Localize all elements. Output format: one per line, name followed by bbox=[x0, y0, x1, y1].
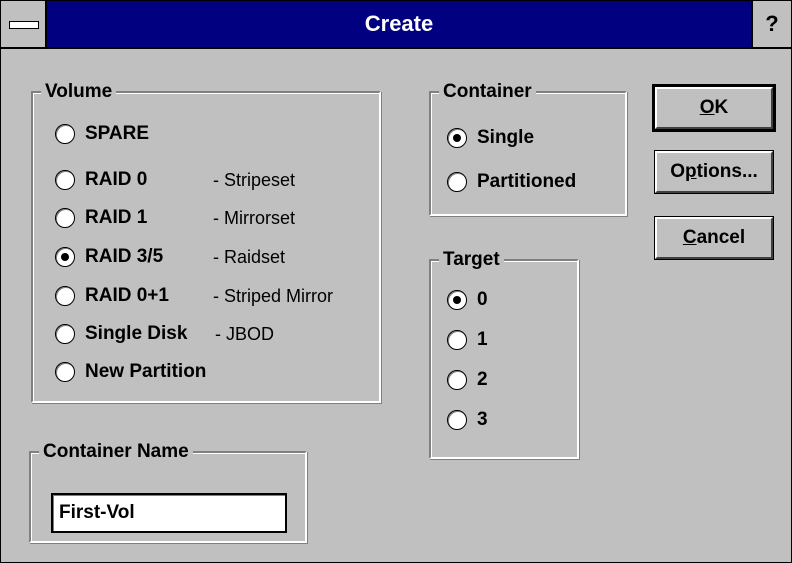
create-dialog: Create ? Volume SPARE RAID 0 - Stripeset… bbox=[0, 0, 792, 563]
window-title: Create bbox=[364, 11, 434, 36]
container-name-label: Container Name bbox=[39, 441, 193, 463]
radio-label: RAID 0+1 bbox=[85, 285, 169, 306]
ok-mnemonic: O bbox=[699, 97, 715, 118]
radio-label: 1 bbox=[477, 329, 488, 350]
radio-target-3[interactable]: 3 bbox=[447, 405, 488, 435]
options-mnemonic: p bbox=[684, 161, 697, 182]
radio-button[interactable] bbox=[55, 247, 75, 267]
radio-single-disk[interactable]: Single Disk bbox=[55, 319, 187, 349]
radio-button[interactable] bbox=[447, 172, 467, 192]
options-label-rest: tions... bbox=[696, 161, 758, 182]
radio-label: New Partition bbox=[85, 361, 207, 382]
radio-button[interactable] bbox=[447, 370, 467, 390]
ok-label-rest: K bbox=[714, 97, 729, 118]
volume-group: Volume SPARE RAID 0 - Stripeset RAID 1 -… bbox=[31, 81, 381, 403]
title-bar: Create ? bbox=[1, 1, 791, 49]
raid35-description: - Raidset bbox=[213, 247, 286, 267]
options-button[interactable]: Op tions... bbox=[654, 150, 774, 194]
raid01-description: - Striped Mirror bbox=[213, 286, 334, 306]
system-menu-button[interactable] bbox=[1, 1, 47, 47]
cancel-label-rest: ancel bbox=[696, 227, 746, 248]
radio-label: 3 bbox=[477, 409, 488, 430]
container-group: Container Single Partitioned bbox=[429, 81, 627, 216]
radio-label: Single bbox=[477, 127, 535, 148]
radio-button[interactable] bbox=[447, 330, 467, 350]
raid0-description: - Stripeset bbox=[213, 170, 296, 190]
cancel-button[interactable]: Cancel bbox=[654, 216, 774, 260]
radio-button[interactable] bbox=[55, 170, 75, 190]
radio-raid1[interactable]: RAID 1 bbox=[55, 203, 147, 233]
radio-target-2[interactable]: 2 bbox=[447, 365, 488, 395]
radio-raid01[interactable]: RAID 0+1 bbox=[55, 281, 169, 311]
target-group-label: Target bbox=[439, 249, 504, 271]
radio-container-single[interactable]: Single bbox=[447, 123, 534, 153]
volume-group-label: Volume bbox=[41, 81, 117, 103]
target-group: Target 0 1 2 3 bbox=[429, 249, 579, 459]
radio-button[interactable] bbox=[55, 324, 75, 344]
radio-button[interactable] bbox=[55, 362, 75, 382]
container-name-input[interactable]: First-Vol bbox=[51, 493, 287, 533]
ok-button[interactable]: OK bbox=[652, 84, 776, 132]
single-disk-description: - JBOD bbox=[215, 324, 275, 344]
radio-label: RAID 3/5 bbox=[85, 246, 164, 267]
system-menu-icon bbox=[9, 21, 39, 29]
radio-label: 2 bbox=[477, 369, 488, 390]
radio-raid0[interactable]: RAID 0 bbox=[55, 165, 147, 195]
radio-button[interactable] bbox=[55, 286, 75, 306]
radio-label: RAID 1 bbox=[85, 207, 148, 228]
radio-label: Single Disk bbox=[85, 323, 188, 344]
radio-label: SPARE bbox=[85, 123, 150, 144]
radio-spare[interactable]: SPARE bbox=[55, 119, 149, 149]
radio-button[interactable] bbox=[55, 208, 75, 228]
container-group-label: Container bbox=[439, 81, 536, 103]
radio-label: RAID 0 bbox=[85, 169, 148, 190]
radio-new-partition[interactable]: New Partition bbox=[55, 357, 206, 387]
radio-target-0[interactable]: 0 bbox=[447, 285, 488, 315]
radio-label: Partitioned bbox=[477, 171, 577, 192]
radio-button[interactable] bbox=[447, 410, 467, 430]
radio-raid35[interactable]: RAID 3/5 bbox=[55, 242, 163, 272]
help-button[interactable]: ? bbox=[751, 1, 791, 47]
raid1-description: - Mirrorset bbox=[213, 208, 295, 228]
cancel-mnemonic: C bbox=[682, 227, 697, 248]
container-name-group: Container Name First-Vol bbox=[29, 441, 307, 543]
options-label-start: O bbox=[670, 161, 685, 182]
radio-container-partitioned[interactable]: Partitioned bbox=[447, 167, 576, 197]
radio-button[interactable] bbox=[447, 128, 467, 148]
radio-label: 0 bbox=[477, 289, 488, 310]
radio-button[interactable] bbox=[55, 124, 75, 144]
radio-button[interactable] bbox=[447, 290, 467, 310]
radio-target-1[interactable]: 1 bbox=[447, 325, 488, 355]
